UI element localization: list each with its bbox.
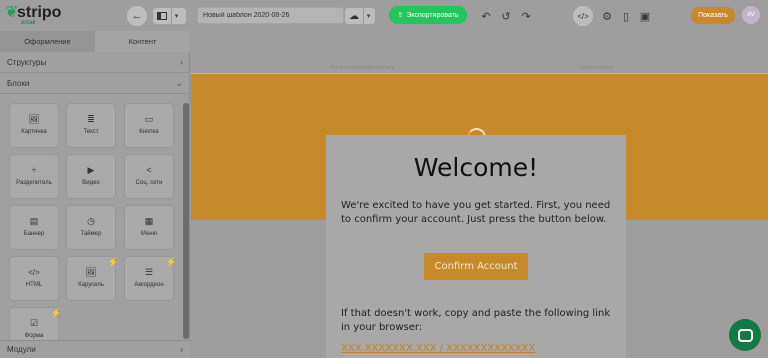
chevron-down-icon[interactable]: ▾ [363, 8, 373, 24]
stripo-logo[interactable]: ❦ stripo email [5, 4, 65, 28]
chevron-down-icon[interactable]: ▾ [171, 8, 181, 24]
form-icon: ☑ [29, 318, 39, 328]
block-label: Видео [82, 180, 100, 186]
avatar[interactable]: AV [742, 6, 760, 24]
tab-design[interactable]: Оформление [0, 31, 95, 52]
panel-layout-icon [153, 8, 171, 24]
block-label: Таймер [80, 231, 102, 237]
block-image[interactable]: 🖼 Картинка [9, 103, 59, 148]
bolt-icon: ⚡ [50, 308, 62, 318]
block-label: Разделитель [16, 180, 52, 186]
confirm-account-button[interactable]: Confirm Account [424, 253, 528, 280]
code-icon: </> [28, 268, 40, 277]
blocks-grid: 🖼 Картинка ≣ Текст ▭ Кнопка ÷ Разделител… [0, 95, 184, 342]
block-text[interactable]: ≣ Текст [66, 103, 116, 148]
left-panel: Оформление Контент Структуры › Блоки ⌄ 🖼… [0, 31, 190, 358]
block-label: HTML [25, 282, 43, 288]
redo-icon[interactable]: ↷ [518, 8, 534, 24]
divider-icon: ÷ [31, 165, 37, 175]
block-label: Кнопка [139, 129, 159, 135]
history-icon[interactable]: ↺ [498, 8, 514, 24]
top-toolbar: ❦ stripo email ← ▾ ☁ ▾ ⇪ Экспортировать … [0, 0, 768, 31]
chevron-right-icon: › [180, 345, 183, 354]
section-modules-label: Модули [7, 345, 36, 354]
export-label: Экспортировать [406, 11, 459, 19]
settings-icon[interactable]: ⚙ [599, 8, 615, 24]
carousel-icon: 🖼 [85, 267, 97, 277]
logo-subtext: email [21, 20, 36, 26]
block-label: Карусель [78, 282, 104, 288]
logo-text: stripo [17, 4, 62, 21]
code-editor-button[interactable]: </> [573, 6, 593, 26]
block-label: Меню [140, 231, 158, 237]
block-button[interactable]: ▭ Кнопка [124, 103, 174, 148]
block-html[interactable]: </> HTML [9, 256, 59, 301]
scrollbar-thumb[interactable] [183, 103, 189, 339]
tab-content[interactable]: Контент [95, 31, 190, 52]
block-label: Форма [24, 333, 44, 339]
accordion-icon: ☰ [144, 267, 154, 277]
back-button[interactable]: ← [127, 6, 147, 26]
section-blocks[interactable]: Блоки ⌄ [0, 73, 190, 94]
block-carousel[interactable]: 🖼 Карусель ⚡ [66, 256, 119, 301]
email-fallback-text[interactable]: If that doesn't work, copy and paste the… [341, 307, 616, 335]
section-structures[interactable]: Структуры › [0, 52, 190, 73]
video-icon: ▶ [87, 165, 95, 175]
cloud-upload-icon: ☁ [349, 10, 359, 22]
panel-tabs: Оформление Контент [0, 31, 190, 52]
block-label: Текст [83, 129, 99, 135]
block-label: Соц. сети [135, 180, 163, 186]
banner-icon: ▤ [29, 216, 39, 226]
email-title[interactable]: Welcome! [326, 153, 626, 182]
panel-scrollbar[interactable] [183, 103, 189, 339]
preview-button[interactable]: Показать [691, 7, 735, 24]
arrow-left-icon: ← [131, 10, 143, 22]
chevron-down-icon: ⌄ [175, 77, 183, 88]
chat-icon [737, 328, 753, 342]
button-icon: ▭ [144, 114, 154, 124]
bolt-icon: ⚡ [165, 257, 177, 267]
block-form[interactable]: ☑ Форма ⚡ [9, 307, 62, 342]
image-icon: 🖼 [28, 114, 40, 124]
block-divider[interactable]: ÷ Разделитель [9, 154, 59, 199]
block-accordion[interactable]: ☰ Аккордеон ⚡ [124, 256, 177, 301]
save-dropdown[interactable]: ☁ ▾ [345, 8, 375, 24]
mobile-preview-icon[interactable]: ▯ [618, 8, 634, 24]
bolt-icon: ⚡ [107, 257, 119, 267]
chevron-right-icon: › [180, 57, 183, 67]
template-name-input[interactable] [197, 7, 344, 24]
block-label: Картинка [21, 129, 47, 135]
share-icon: < [146, 165, 152, 175]
timer-icon: ◷ [87, 216, 95, 226]
section-blocks-label: Блоки [7, 78, 30, 88]
email-intro-text[interactable]: We're excited to have you get started. F… [341, 199, 616, 227]
chat-support-button[interactable] [729, 319, 761, 351]
code-icon: </> [577, 11, 589, 21]
undo-icon[interactable]: ↶ [478, 8, 494, 24]
block-menu[interactable]: ▦ Меню [124, 205, 174, 250]
block-label: Аккордеон [134, 282, 164, 288]
export-icon: ⇪ [397, 12, 404, 19]
export-button[interactable]: ⇪ Экспортировать [389, 6, 467, 24]
block-timer[interactable]: ◷ Таймер [66, 205, 116, 250]
confirmation-link[interactable]: XXX.XXXXXXX.XXX / XXXXXXXXXXXXX [341, 343, 535, 354]
block-banner[interactable]: ▤ Баннер [9, 205, 59, 250]
menu-icon: ▦ [144, 216, 154, 226]
block-label: Баннер [23, 231, 45, 237]
clipboard-icon[interactable]: ▣ [637, 8, 653, 24]
section-modules[interactable]: Модули › [0, 340, 190, 358]
text-icon: ≣ [87, 114, 95, 124]
block-social[interactable]: < Соц. сети [124, 154, 174, 199]
email-card[interactable]: Welcome! We're excited to have you get s… [326, 135, 626, 358]
layout-toggle[interactable]: ▾ [153, 8, 186, 24]
section-structures-label: Структуры [7, 57, 47, 67]
block-video[interactable]: ▶ Видео [66, 154, 116, 199]
